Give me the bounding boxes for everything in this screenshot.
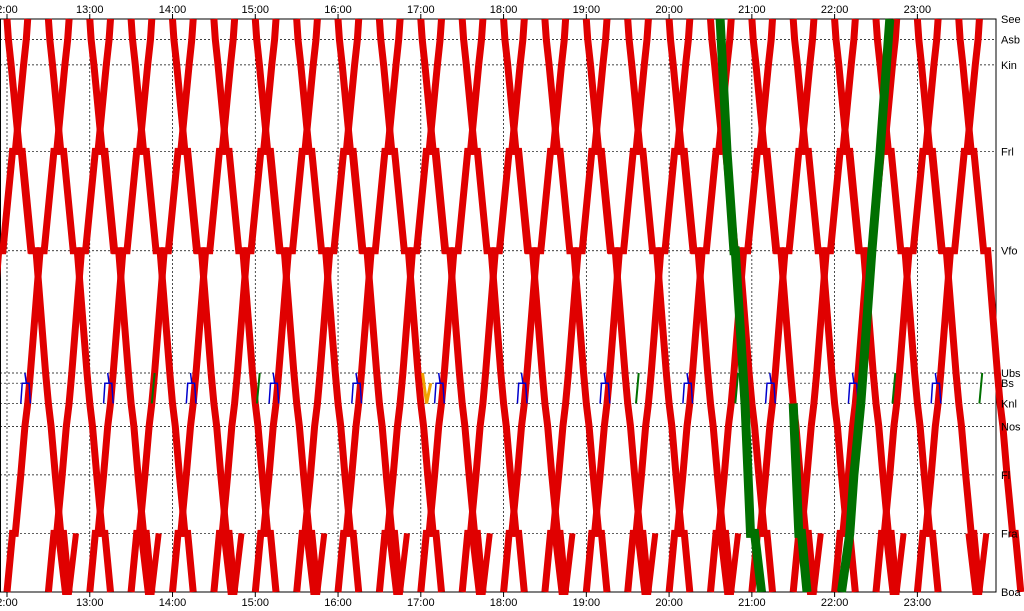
freight-train <box>437 372 441 384</box>
special-train <box>715 18 766 593</box>
x-tick-label-bottom: 18:00 <box>490 597 518 609</box>
x-tick-label-bottom: 21:00 <box>738 597 766 609</box>
freight-train <box>272 372 276 384</box>
x-tick-label-bottom: 15:00 <box>242 597 270 609</box>
x-tick-label-top: 2:00 <box>0 4 18 16</box>
x-tick-label-bottom: 17:00 <box>407 597 435 609</box>
train-paths <box>0 18 1024 595</box>
station-label: Fra <box>1001 528 1018 540</box>
x-tick-label-top: 23:00 <box>904 4 932 16</box>
station-label: Frl <box>1001 146 1014 158</box>
station-label: Fl <box>1001 470 1010 482</box>
freight-train <box>686 372 690 384</box>
station-label: Vfo <box>1001 246 1018 258</box>
station-label: See <box>1001 14 1021 26</box>
x-tick-label-top: 16:00 <box>324 4 352 16</box>
special-short <box>635 372 640 404</box>
x-tick-label-bottom: 19:00 <box>573 597 601 609</box>
freight-train <box>24 372 28 384</box>
freight-train <box>520 372 524 384</box>
freight-train <box>355 372 359 384</box>
station-label: Boa <box>1001 587 1021 599</box>
station-label: Bs <box>1001 378 1014 390</box>
x-tick-label-top: 21:00 <box>738 4 766 16</box>
special-short <box>978 372 984 404</box>
freight-train <box>769 372 772 384</box>
freight-train <box>934 372 938 384</box>
special-short <box>255 372 261 404</box>
station-label: Knl <box>1001 399 1017 411</box>
x-tick-label-top: 13:00 <box>76 4 104 16</box>
x-tick-label-top: 19:00 <box>573 4 601 16</box>
x-tick-label-top: 15:00 <box>242 4 270 16</box>
freight-train <box>189 372 193 384</box>
x-tick-label-bottom: 22:00 <box>821 597 849 609</box>
x-tick-label-bottom: 14:00 <box>159 597 187 609</box>
x-tick-label-top: 22:00 <box>821 4 849 16</box>
x-tick-label-top: 20:00 <box>655 4 683 16</box>
x-tick-label-bottom: 2:00 <box>0 597 18 609</box>
timetable-graph: SeeAsbKinFrlVfoUbsBsKnlNosFlFraBoa2:002:… <box>0 4 1024 609</box>
x-tick-label-top: 18:00 <box>490 4 518 16</box>
freight-train <box>106 372 110 384</box>
x-tick-label-bottom: 20:00 <box>655 597 683 609</box>
freight-train <box>851 372 855 384</box>
x-tick-label-top: 14:00 <box>159 4 187 16</box>
x-tick-label-top: 17:00 <box>407 4 435 16</box>
x-tick-label-bottom: 16:00 <box>324 597 352 609</box>
x-tick-label-bottom: 13:00 <box>76 597 104 609</box>
freight-train <box>603 372 607 384</box>
station-label: Asb <box>1001 34 1020 46</box>
station-label: Kin <box>1001 60 1017 72</box>
station-label: Nos <box>1001 421 1021 433</box>
x-tick-label-bottom: 23:00 <box>904 597 932 609</box>
